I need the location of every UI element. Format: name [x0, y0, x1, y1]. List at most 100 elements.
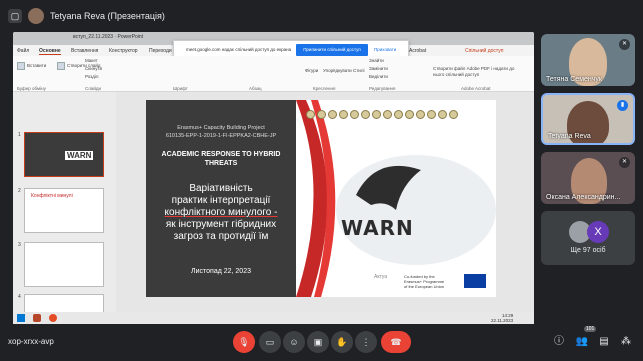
- participant-name: Tetyana Reva: [548, 133, 591, 140]
- windows-taskbar: 14:29 22.11.2023: [13, 312, 534, 324]
- current-slide[interactable]: Erasmus+ Capacity Building Project 61013…: [146, 100, 496, 297]
- stop-sharing-button[interactable]: Припинити спільний доступ: [296, 44, 368, 56]
- more-options-button[interactable]: ⋮: [355, 331, 377, 353]
- present-icon: ▣: [313, 337, 323, 347]
- find-button[interactable]: Знайти: [369, 58, 384, 63]
- thumb-number: 4: [18, 294, 21, 300]
- raise-hand-button[interactable]: ✋: [331, 331, 353, 353]
- subtitle-line-1: Варіативність: [189, 183, 253, 194]
- partner-logo-icon: [339, 110, 348, 119]
- presenter-chip[interactable]: ▢ Tetyana Reva (Презентація): [8, 7, 165, 24]
- info-icon: ⓘ: [554, 336, 564, 347]
- group-clipboard: Буфер обміну: [17, 86, 46, 91]
- arrange-button[interactable]: Упорядкувати: [323, 68, 352, 73]
- partner-logo-icon: [449, 110, 458, 119]
- partner-logo-icon: [405, 110, 414, 119]
- shared-screen: вступ_22.11.2023 · PowerPoint Файл Основ…: [13, 32, 534, 324]
- subtitle-line-4: як інструмент гібридних: [165, 219, 277, 230]
- tab-file[interactable]: Файл: [17, 48, 29, 54]
- layout-button[interactable]: Макет: [85, 58, 98, 63]
- thumb-number: 2: [18, 188, 21, 194]
- participant-tile[interactable]: ✕ Тетяна Семенчук: [541, 34, 635, 86]
- tab-insert[interactable]: Вставлення: [71, 48, 98, 54]
- thumb-title: WARN: [65, 151, 94, 160]
- hide-banner-link[interactable]: Приховати: [374, 47, 396, 52]
- subtitle-line-5: загроз та протидії їм: [173, 231, 269, 242]
- present-button[interactable]: ▣: [307, 331, 329, 353]
- select-button[interactable]: Виділити: [369, 74, 388, 79]
- share-message: meet.google.com надає спільний доступ до…: [186, 47, 292, 52]
- thumb-number: 3: [18, 242, 21, 248]
- group-acrobat: Adobe Acrobat: [461, 86, 491, 91]
- styles-button[interactable]: Стилі: [353, 68, 364, 73]
- powerpoint-icon[interactable]: [33, 314, 41, 322]
- partner-logo-icon: [317, 110, 326, 119]
- create-pdf-button[interactable]: Створити файл Adobe PDF і надати до ньог…: [433, 66, 523, 78]
- slide-thumbnails: 1 WARN 2 Конфліктні минулі 3 4: [13, 92, 116, 314]
- meet-top-bar: ▢ Tetyana Reva (Презентація): [0, 0, 643, 30]
- erasmus-line-1: Erasmus+ Capacity Building Project: [177, 125, 265, 131]
- replace-button[interactable]: Замінити: [369, 66, 388, 71]
- academic-title-line-1: ACADEMIC RESPONSE TO HYBRID: [161, 151, 281, 158]
- camera-icon: ▭: [265, 337, 275, 347]
- slide-date: Листопад 22, 2023: [191, 268, 251, 275]
- activities-button[interactable]: ⁂: [619, 335, 633, 349]
- people-icon: 👥: [575, 336, 589, 347]
- group-paragraph: Абзац: [249, 86, 262, 91]
- slide-thumbnail[interactable]: [24, 294, 104, 314]
- share-button[interactable]: Спільний доступ: [465, 48, 503, 54]
- participant-name: Тетяна Семенчук: [546, 76, 602, 83]
- tab-acrobat[interactable]: Acrobat: [409, 48, 426, 54]
- partner-logo-icon: [372, 110, 381, 119]
- partner-logo-icon: [383, 110, 392, 119]
- erasmus-project: Erasmus+ Capacity Building Project 61013…: [146, 124, 296, 140]
- slide-thumbnail[interactable]: WARN: [24, 132, 104, 177]
- participant-tile[interactable]: ▮ Tetyana Reva: [541, 93, 635, 145]
- people-button[interactable]: 👥: [575, 335, 589, 349]
- taskbar-clock: 14:29 22.11.2023: [491, 313, 514, 323]
- slide-thumbnail[interactable]: Конфліктні минулі: [24, 188, 104, 233]
- new-slide-icon: [57, 62, 65, 70]
- tab-design[interactable]: Конструктор: [109, 48, 138, 54]
- partner-logo-icon: [350, 110, 359, 119]
- participant-tile[interactable]: ✕ Оксана Александрин...: [541, 152, 635, 204]
- leave-call-button[interactable]: ☎: [381, 331, 411, 353]
- slide-thumbnail[interactable]: [24, 242, 104, 287]
- partner-logo-icon: [438, 110, 447, 119]
- meeting-details-button[interactable]: ⓘ: [552, 335, 566, 349]
- speaking-icon: ▮: [617, 100, 628, 111]
- chat-button[interactable]: ▤: [597, 335, 611, 349]
- partner-logos: [306, 106, 494, 120]
- camera-toggle-button[interactable]: ▭: [259, 331, 281, 353]
- eu-text-line-3: of the European Union: [404, 284, 445, 289]
- emoji-icon: ☺: [289, 337, 299, 347]
- partner-logo-icon: [328, 110, 337, 119]
- warn-logo: WARN: [341, 216, 414, 240]
- slide-subtitle: Варіативність практик інтерпретації конф…: [150, 183, 292, 243]
- subtitle-line-2: практик інтерпретації: [171, 195, 271, 206]
- hang-up-icon: ☎: [390, 337, 402, 347]
- mic-off-icon: ✕: [619, 157, 630, 168]
- group-editing: Редагування: [369, 86, 396, 91]
- partner-logo-icon: [416, 110, 425, 119]
- partner-logo-icon: [306, 110, 315, 119]
- erasmus-line-2: 610135-EPP-1-2019-1-FI-EPPKA2-CBHE-JP: [165, 133, 277, 139]
- group-drawing: Креслення: [313, 86, 336, 91]
- emoji-button[interactable]: ☺: [283, 331, 305, 353]
- section-button[interactable]: Розділ: [85, 74, 98, 79]
- academic-title: ACADEMIC RESPONSE TO HYBRID THREATS: [146, 150, 296, 168]
- tab-home[interactable]: Основне: [39, 48, 61, 55]
- participant-name: Оксана Александрин...: [546, 194, 621, 201]
- partner-logo-icon: [361, 110, 370, 119]
- others-tile[interactable]: X Ще 97 осіб: [541, 211, 635, 265]
- mic-toggle-button[interactable]: 🎙: [233, 331, 255, 353]
- group-slides: Слайди: [85, 86, 102, 91]
- windows-start-icon[interactable]: [17, 314, 25, 322]
- tab-transitions[interactable]: Переходи: [149, 48, 172, 54]
- mic-off-icon: ✕: [619, 39, 630, 50]
- paste-button[interactable]: Вставити: [17, 62, 46, 70]
- browser-icon[interactable]: [49, 314, 57, 322]
- shapes-button[interactable]: Фігури: [305, 68, 318, 73]
- chat-icon: ▤: [599, 336, 609, 347]
- reset-button[interactable]: Скинути: [85, 66, 102, 71]
